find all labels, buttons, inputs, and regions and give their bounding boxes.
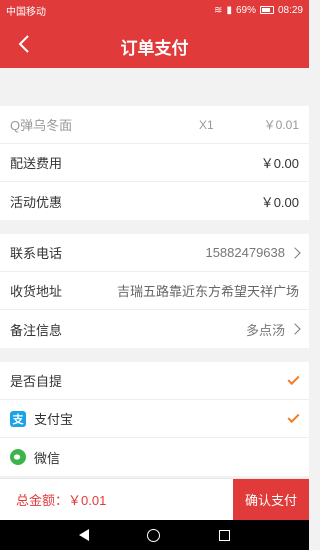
battery-percent: 69%	[235, 4, 256, 16]
order-summary: Q弹乌冬面 X1 ￥0.01 配送费用 ￥0.00 活动优惠 ￥0.00	[0, 106, 309, 220]
battery-icon	[259, 6, 274, 14]
discount-value: ￥0.00	[260, 194, 299, 210]
spacer	[0, 348, 309, 362]
payment-section: 是否自提 支 支付宝 微信	[0, 362, 309, 476]
checkmark-icon	[287, 372, 300, 385]
total-amount: 总金额：￥0.01	[16, 493, 107, 508]
alipay-option-row[interactable]: 支 支付宝	[0, 400, 309, 438]
address-value: 吉瑞五路靠近东方希望天祥广场	[116, 284, 299, 299]
phone-label: 联系电话	[10, 246, 63, 261]
app-header: 订单支付	[0, 20, 309, 68]
system-nav-bar	[0, 520, 309, 550]
note-value: 多点汤	[245, 322, 285, 338]
discount-label: 活动优惠	[10, 194, 63, 210]
delivery-fee-label: 配送费用	[10, 156, 63, 171]
item-qty: X1	[199, 117, 214, 132]
alipay-label: 支付宝	[34, 412, 74, 427]
phone-value: 15882479638	[205, 245, 285, 260]
pickup-option-row[interactable]: 是否自提	[0, 362, 309, 400]
order-content: Q弹乌冬面 X1 ￥0.01 配送费用 ￥0.00 活动优惠 ￥0.00 联系电…	[0, 68, 309, 478]
top-spacer	[0, 68, 309, 106]
spacer	[0, 220, 309, 234]
chevron-right-icon	[289, 323, 301, 335]
home-circle-icon[interactable]	[147, 528, 161, 542]
order-item-row: Q弹乌冬面 X1 ￥0.01	[0, 106, 309, 144]
status-bar: 中国移动 ≋ ▮ 69% 08:29	[0, 0, 309, 20]
wechat-option-row[interactable]: 微信	[0, 438, 309, 476]
alipay-icon: 支	[10, 410, 26, 427]
contact-section: 联系电话 15882479638 收货地址 吉瑞五路靠近东方希望天祥广场 备注信…	[0, 234, 309, 348]
address-row[interactable]: 收货地址 吉瑞五路靠近东方希望天祥广场	[0, 272, 309, 310]
note-label: 备注信息	[10, 322, 63, 338]
wifi-icon: ≋	[214, 4, 223, 16]
note-row[interactable]: 备注信息 多点汤	[0, 310, 309, 348]
checkmark-icon	[287, 410, 300, 423]
item-price: ￥0.01	[263, 118, 299, 132]
pickup-label: 是否自提	[10, 374, 63, 389]
address-label: 收货地址	[10, 284, 63, 299]
carrier-name: 中国移动	[6, 6, 46, 18]
back-triangle-icon[interactable]	[79, 529, 90, 541]
signal-icon: ▮	[226, 4, 232, 16]
delivery-fee-value: ￥0.00	[260, 156, 299, 171]
chevron-right-icon	[289, 246, 301, 259]
status-right: ≋ ▮ 69% 08:29	[214, 5, 303, 16]
phone-row[interactable]: 联系电话 15882479638	[0, 234, 309, 272]
confirm-pay-button[interactable]: 确认支付	[233, 479, 309, 520]
wechat-icon	[10, 449, 26, 465]
page-title: 订单支付	[120, 39, 189, 58]
discount-row: 活动优惠 ￥0.00	[0, 182, 309, 220]
clock: 08:29	[277, 4, 303, 16]
item-name: Q弹乌冬面	[10, 118, 73, 133]
wechat-label: 微信	[34, 450, 61, 466]
delivery-fee-row: 配送费用 ￥0.00	[0, 144, 309, 182]
checkout-bar: 总金额：￥0.01 确认支付	[0, 478, 309, 520]
recents-square-icon[interactable]	[218, 529, 230, 541]
